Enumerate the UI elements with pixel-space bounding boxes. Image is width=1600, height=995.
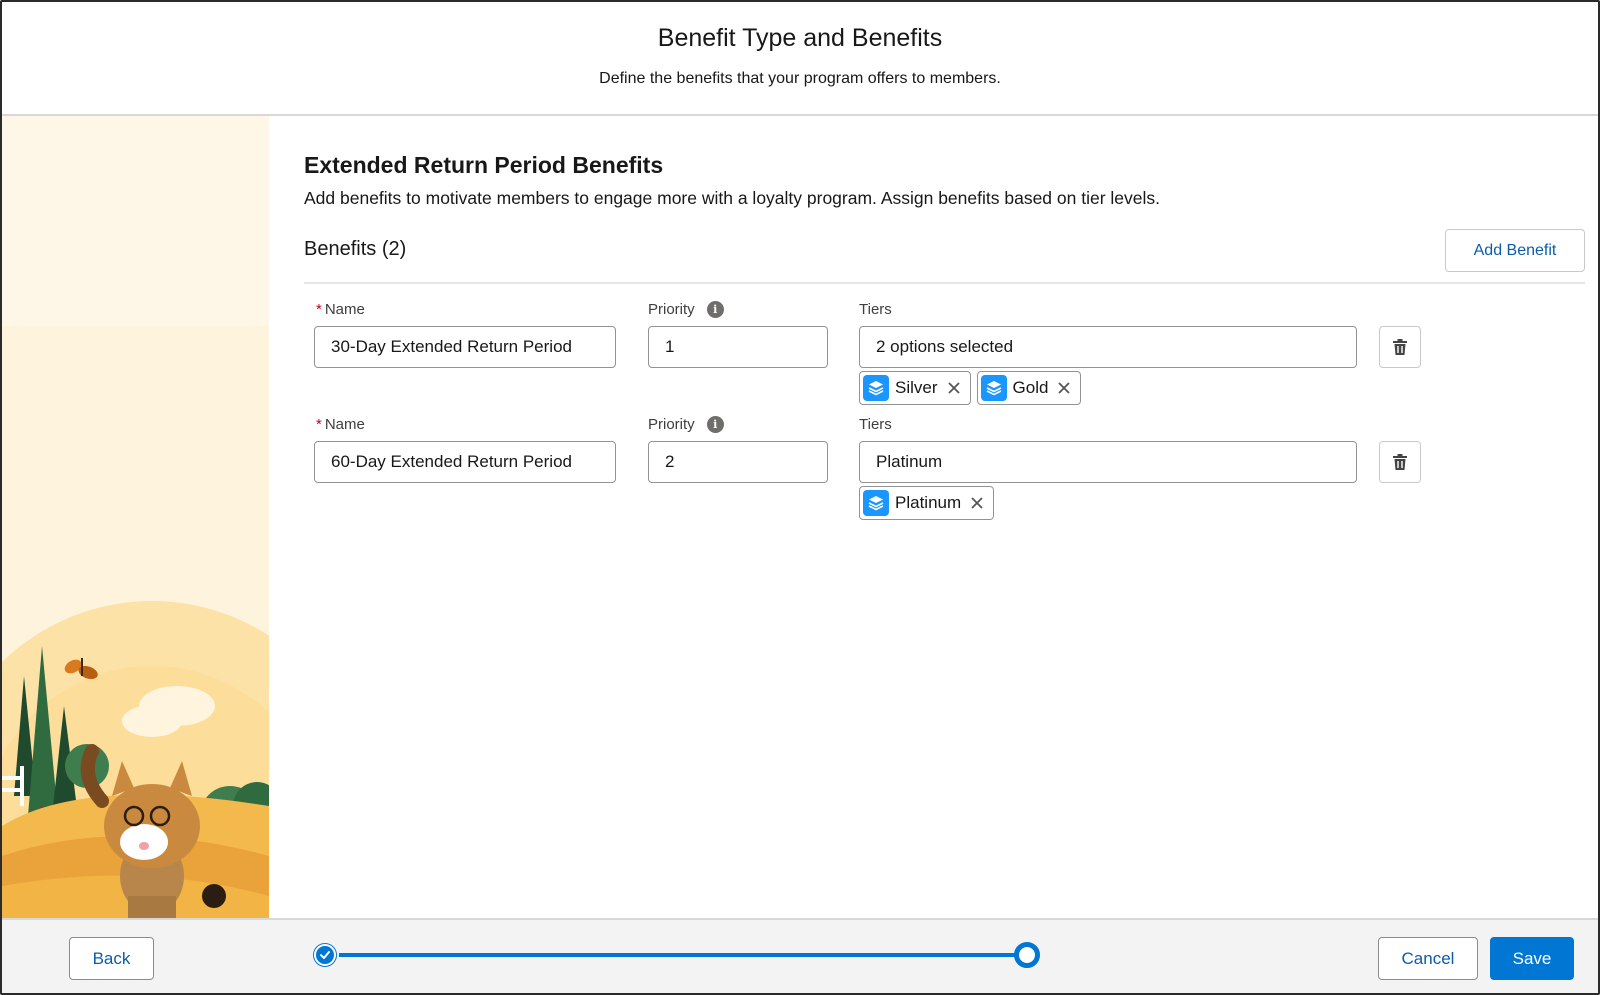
wizard-footer: Back Cancel Save <box>2 918 1598 993</box>
tiers-combobox[interactable] <box>859 326 1357 368</box>
save-button[interactable]: Save <box>1490 937 1574 980</box>
name-label: * Name <box>316 301 365 318</box>
tiers-label-text: Tiers <box>859 301 892 318</box>
tiers-label: Tiers <box>859 416 892 433</box>
tiers-combobox[interactable] <box>859 441 1357 483</box>
mascot-illustration-art <box>2 116 269 918</box>
divider <box>304 282 1585 284</box>
priority-input[interactable] <box>648 326 828 368</box>
tier-pill[interactable]: Silver <box>859 371 971 405</box>
name-label-text: Name <box>324 301 365 318</box>
benefits-heading: Benefits (2) <box>304 238 407 260</box>
benefit-name-input[interactable] <box>314 441 616 483</box>
tier-pill[interactable]: Platinum <box>859 486 995 520</box>
tiers-label-text: Tiers <box>859 416 892 433</box>
wizard-window: Benefit Type and Benefits Define the ben… <box>0 0 1600 995</box>
tier-pill[interactable]: Gold <box>976 371 1082 405</box>
tier-pill-list: Platinum <box>859 486 995 520</box>
add-benefit-button[interactable]: Add Benefit <box>1445 229 1585 272</box>
priority-label: Priority i <box>648 416 724 433</box>
benefit-row: * Name Priority i Tiers <box>269 298 1598 408</box>
tiers-label: Tiers <box>859 301 892 318</box>
tier-pill-list: Silver Gold <box>859 371 1082 405</box>
back-button[interactable]: Back <box>69 937 154 980</box>
progress-step-completed[interactable] <box>314 944 336 966</box>
trash-icon <box>1393 339 1407 355</box>
tier-pill-label: Silver <box>895 378 938 397</box>
info-icon[interactable]: i <box>706 301 724 318</box>
name-label-text: Name <box>324 416 365 433</box>
priority-label-text: Priority <box>648 301 695 318</box>
tier-layers-icon <box>863 490 889 516</box>
tier-pill-label: Platinum <box>895 493 962 512</box>
required-marker: * <box>316 416 322 433</box>
check-icon <box>320 951 330 959</box>
progress-bar <box>339 953 1015 957</box>
section-title: Extended Return Period Benefits <box>304 152 664 178</box>
close-icon[interactable] <box>944 378 964 398</box>
priority-input[interactable] <box>648 441 828 483</box>
tier-layers-icon <box>980 375 1007 401</box>
section-description: Add benefits to motivate members to enga… <box>304 188 1161 208</box>
tier-pill-label: Gold <box>1012 378 1049 397</box>
info-icon[interactable]: i <box>706 416 724 433</box>
benefit-row: * Name Priority i Tiers <box>269 413 1598 523</box>
page-title: Benefit Type and Benefits <box>657 24 943 52</box>
page-subtitle: Define the benefits that your program of… <box>599 70 1001 87</box>
benefit-name-input[interactable] <box>314 326 616 368</box>
main-content: Extended Return Period Benefits Add bene… <box>269 116 1598 918</box>
close-icon[interactable] <box>1054 378 1074 398</box>
priority-label: Priority i <box>648 301 724 318</box>
cancel-button[interactable]: Cancel <box>1378 937 1478 980</box>
delete-benefit-button[interactable] <box>1379 441 1421 483</box>
delete-benefit-button[interactable] <box>1379 326 1421 368</box>
wizard-header: Benefit Type and Benefits Define the ben… <box>2 2 1598 116</box>
progress-step-current[interactable] <box>1014 942 1040 968</box>
tier-layers-icon <box>863 375 889 401</box>
required-marker: * <box>316 301 322 318</box>
mascot-illustration <box>2 116 269 918</box>
priority-label-text: Priority <box>648 416 695 433</box>
name-label: * Name <box>316 416 365 433</box>
trash-icon <box>1393 454 1407 470</box>
close-icon[interactable] <box>967 493 987 513</box>
